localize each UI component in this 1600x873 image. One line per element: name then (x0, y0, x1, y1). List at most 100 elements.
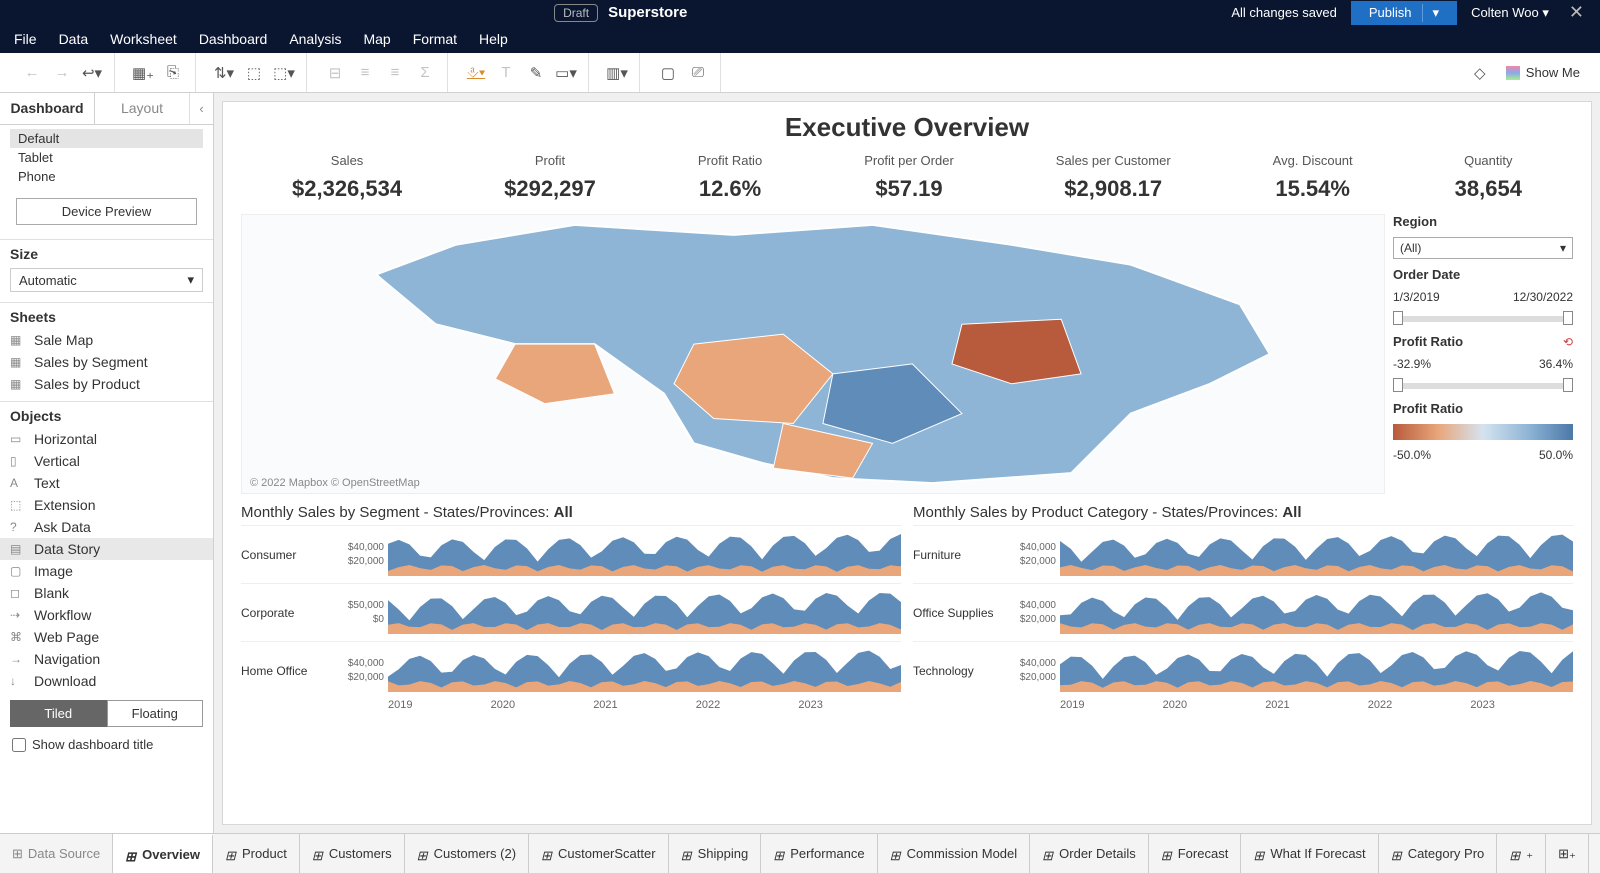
undo-icon[interactable]: ↩︎▾ (82, 63, 102, 83)
presentation-icon[interactable]: ▢ (658, 63, 678, 83)
device-default[interactable]: Default (10, 129, 203, 148)
obj-image[interactable]: ▢Image (0, 560, 213, 582)
obj-blank[interactable]: ◻Blank (0, 582, 213, 604)
menu-format[interactable]: Format (413, 31, 457, 47)
tab-order-details[interactable]: Order Details (1030, 834, 1149, 873)
tab-commission-model[interactable]: Commission Model (878, 834, 1031, 873)
sort-desc-icon[interactable]: ⬚▾ (274, 63, 294, 83)
tab-customerscatter[interactable]: CustomerScatter (529, 834, 669, 873)
tab-what-if-forecast[interactable]: What If Forecast (1241, 834, 1378, 873)
obj-navigation[interactable]: →Navigation (0, 648, 213, 670)
obj-askdata[interactable]: ?Ask Data (0, 516, 213, 538)
tab-forecast[interactable]: Forecast (1149, 834, 1242, 873)
new-story-icon[interactable]: ▭₊ (1589, 834, 1600, 873)
obj-horizontal[interactable]: ▭Horizontal (0, 428, 213, 450)
sort2-icon[interactable]: ≡ (385, 63, 405, 83)
sheet-sales-segment[interactable]: ▦Sales by Segment (0, 351, 213, 373)
device-tablet[interactable]: Tablet (10, 148, 203, 167)
chart-row[interactable]: Technology$40,000$20,000 (913, 641, 1573, 699)
close-icon[interactable]: ✕ (1563, 2, 1590, 23)
totals-icon[interactable]: Σ (415, 63, 435, 83)
sheet-icon (225, 848, 237, 860)
show-me-button[interactable]: Show Me (1496, 65, 1590, 80)
tab-category-pro[interactable]: Category Pro (1379, 834, 1498, 873)
y-axis: $40,000$20,000 (1005, 599, 1060, 627)
sort-icon[interactable]: ≡ (355, 63, 375, 83)
new-worksheet-icon[interactable]: ▦₊ (133, 63, 153, 83)
back-icon[interactable]: ← (22, 63, 42, 83)
sidetab-layout[interactable]: Layout (94, 93, 189, 124)
menu-help[interactable]: Help (479, 31, 508, 47)
region-dropdown[interactable]: (All)▾ (1393, 237, 1573, 259)
row-label: Consumer (241, 548, 333, 562)
size-dropdown[interactable]: Automatic▾ (10, 268, 203, 292)
tiled-button[interactable]: Tiled (10, 700, 107, 727)
swap-icon[interactable]: ⇅▾ (214, 63, 234, 83)
chart-row[interactable]: Corporate$50,000$0 (241, 583, 901, 641)
menu-map[interactable]: Map (363, 31, 390, 47)
device-preview-button[interactable]: Device Preview (16, 198, 197, 225)
forward-icon[interactable]: → (52, 63, 72, 83)
obj-datastory[interactable]: ▤Data Story (0, 538, 213, 560)
chart-row[interactable]: Office Supplies$40,000$20,000 (913, 583, 1573, 641)
sheet-sale-map[interactable]: ▦Sale Map (0, 329, 213, 351)
obj-vertical[interactable]: ▯Vertical (0, 450, 213, 472)
kpi-label: Profit per Order (864, 153, 954, 168)
tab-overview[interactable]: Overview (113, 834, 213, 873)
menu-file[interactable]: File (14, 31, 37, 47)
menu-data[interactable]: Data (59, 31, 89, 47)
sort-asc-icon[interactable]: ⬚ (244, 63, 264, 83)
share-icon[interactable]: ⎚ (688, 63, 708, 83)
row-label: Furniture (913, 548, 1005, 562)
sheet-sales-product[interactable]: ▦Sales by Product (0, 373, 213, 395)
annotate-icon[interactable]: ✎ (526, 63, 546, 83)
kpi-value: $2,908.17 (1056, 176, 1171, 202)
new-sheet-icon[interactable]: ₊ (1497, 834, 1546, 873)
menu-worksheet[interactable]: Worksheet (110, 31, 177, 47)
area-chart (388, 650, 901, 692)
new-dashboard-icon[interactable]: ⊞₊ (1546, 834, 1589, 873)
tab-datasource[interactable]: ⊞Data Source (0, 834, 113, 873)
device-phone[interactable]: Phone (10, 167, 203, 186)
menu-analysis[interactable]: Analysis (289, 31, 341, 47)
showme-icon (1506, 66, 1520, 80)
sheets-heading: Sheets (0, 302, 213, 329)
group-icon[interactable]: ⊟ (325, 63, 345, 83)
user-menu[interactable]: Colten Woo ▾ (1471, 5, 1549, 21)
obj-webpage[interactable]: ⌘Web Page (0, 626, 213, 648)
filter-reset-icon[interactable]: ⟲ (1563, 335, 1573, 349)
sidetab-dashboard[interactable]: Dashboard (0, 93, 94, 124)
menu-dashboard[interactable]: Dashboard (199, 31, 268, 47)
tab-shipping[interactable]: Shipping (669, 834, 762, 873)
sale-map[interactable]: © 2022 Mapbox © OpenStreetMap (241, 214, 1385, 494)
draft-badge: Draft (554, 4, 598, 22)
profitratio-slider[interactable] (1395, 383, 1571, 389)
area-chart (1060, 592, 1573, 634)
orderdate-slider[interactable] (1395, 316, 1571, 322)
publish-button[interactable]: Publish ▾ (1351, 1, 1457, 25)
duplicate-icon[interactable]: ⎘ (163, 63, 183, 83)
fit-width-icon[interactable]: ▥▾ (607, 63, 627, 83)
chart-row[interactable]: Furniture$40,000$20,000 (913, 525, 1573, 583)
collapse-panel-icon[interactable]: ‹ (189, 93, 213, 124)
region-label: Region (1393, 214, 1573, 229)
y-axis: $40,000$20,000 (1005, 541, 1060, 569)
chart-row[interactable]: Consumer$40,000$20,000 (241, 525, 901, 583)
product-title: Monthly Sales by Product Category - Stat… (913, 504, 1573, 521)
tab-performance[interactable]: Performance (761, 834, 877, 873)
obj-workflow[interactable]: ⇢Workflow (0, 604, 213, 626)
obj-extension[interactable]: ⬚Extension (0, 494, 213, 516)
tab-customers[interactable]: Customers (300, 834, 405, 873)
tab-customers-2-[interactable]: Customers (2) (405, 834, 529, 873)
obj-text[interactable]: AText (0, 472, 213, 494)
fit-icon[interactable]: ▭▾ (556, 63, 576, 83)
orderdate-label: Order Date (1393, 267, 1573, 282)
floating-button[interactable]: Floating (107, 700, 204, 727)
chart-row[interactable]: Home Office$40,000$20,000 (241, 641, 901, 699)
text-icon[interactable]: T (496, 63, 516, 83)
data-guide-icon[interactable]: ◇ (1470, 63, 1490, 83)
highlight-icon[interactable]: ⎀▾ (466, 63, 486, 83)
tab-product[interactable]: Product (213, 834, 300, 873)
obj-download[interactable]: ↓Download (0, 670, 213, 692)
show-title-checkbox[interactable] (12, 738, 26, 752)
